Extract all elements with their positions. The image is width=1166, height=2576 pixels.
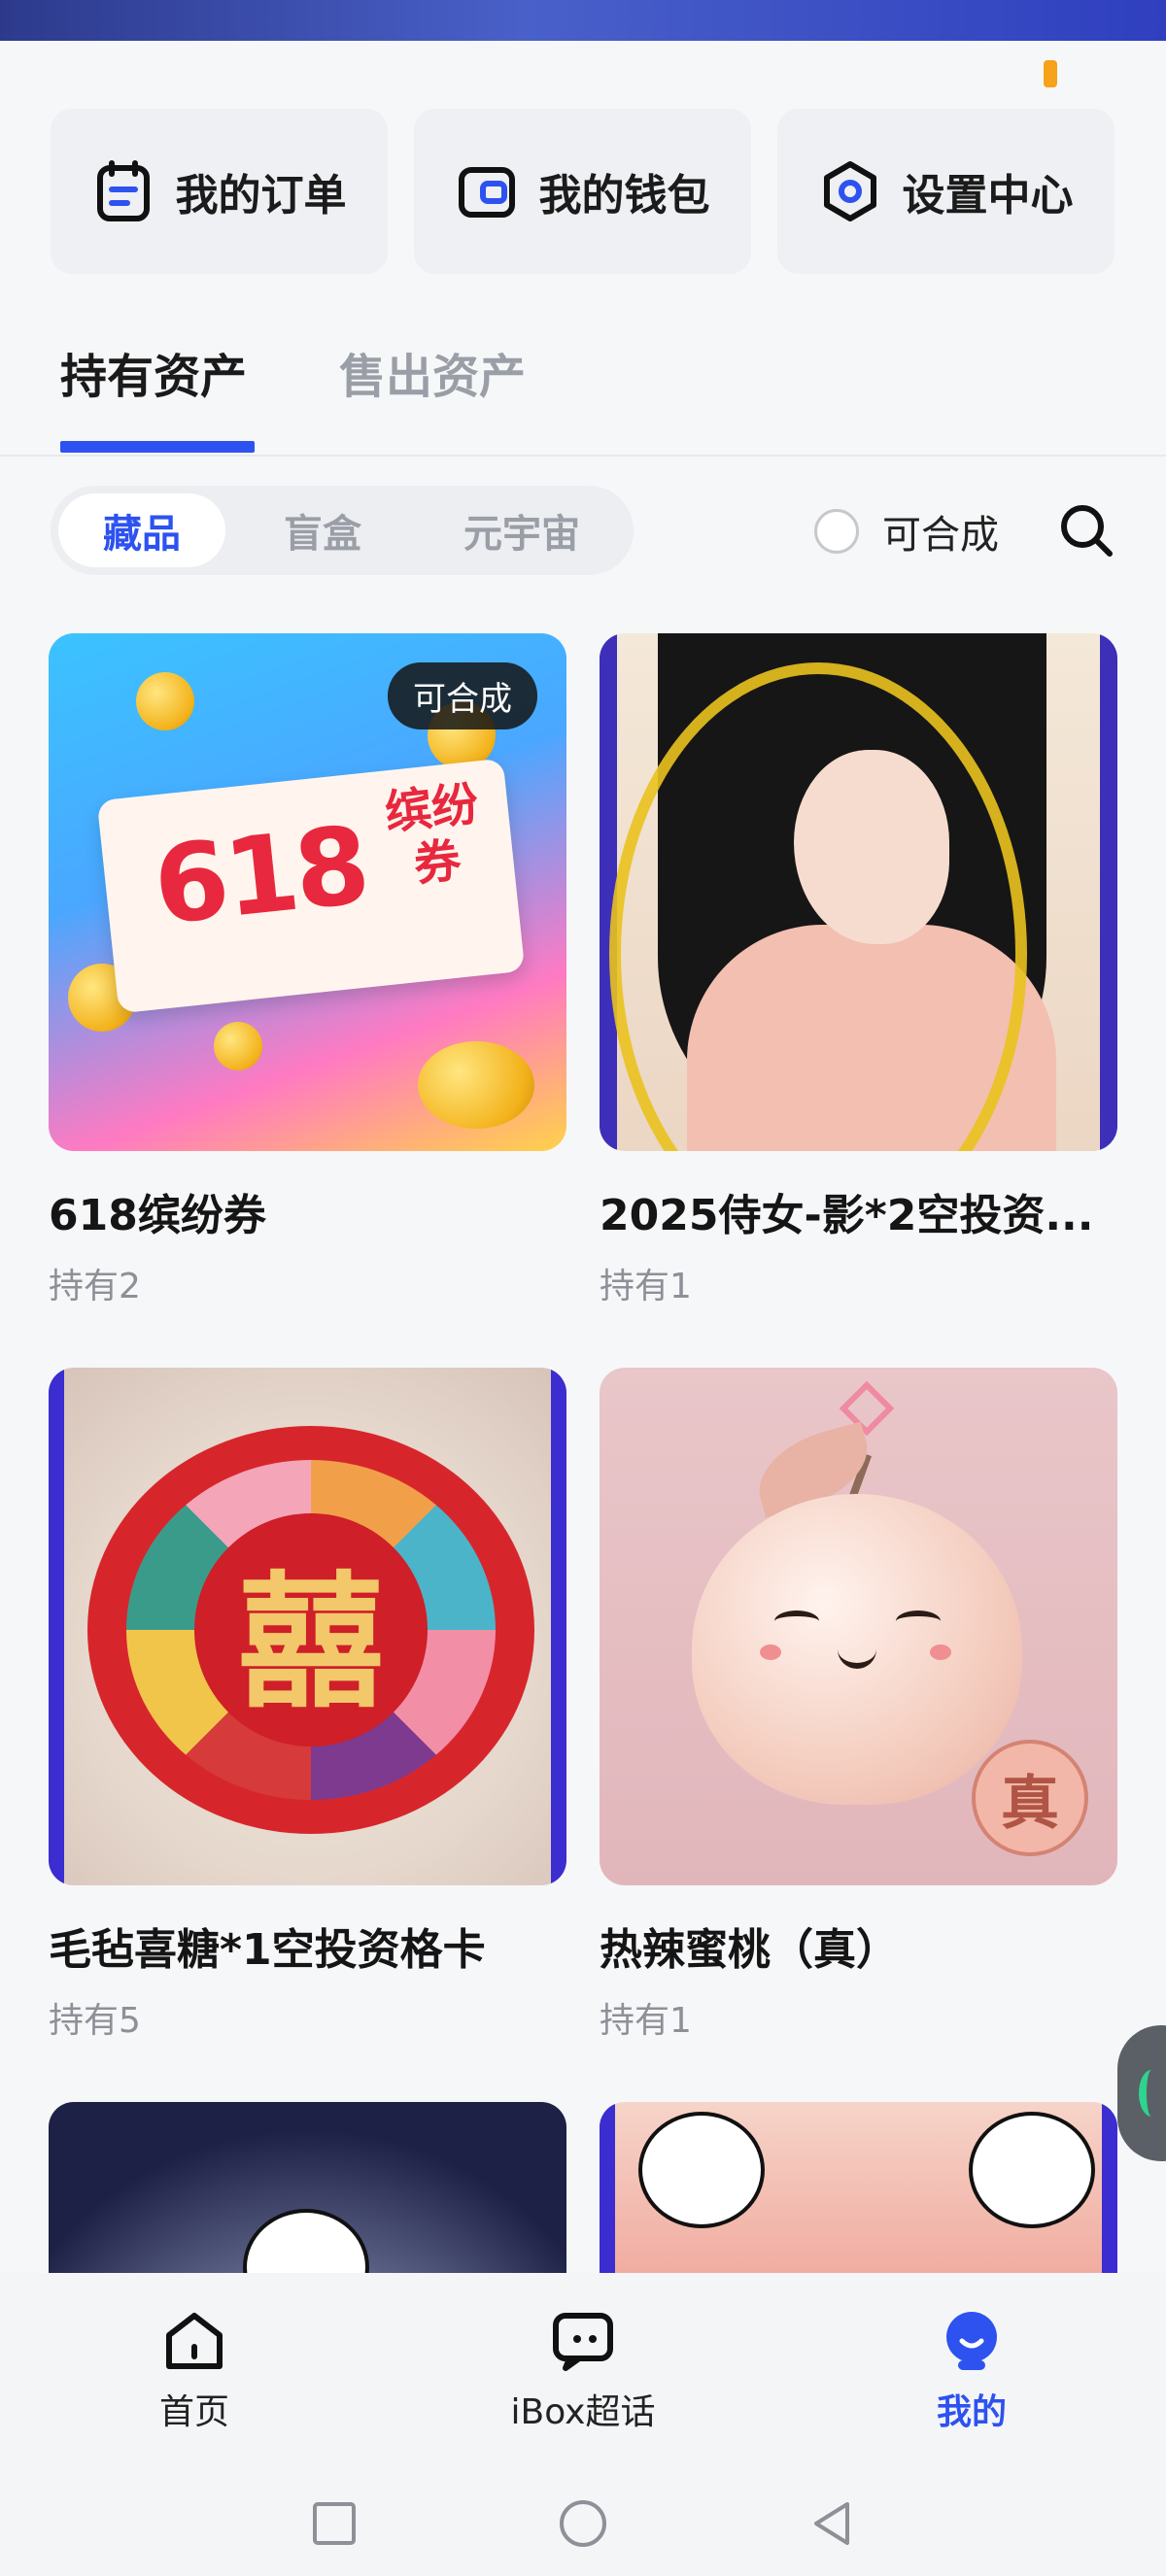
search-icon[interactable] (1057, 501, 1115, 559)
collectible-thumbnail: 囍 (49, 1368, 566, 1885)
system-navigation (0, 2496, 1166, 2551)
coupon-text: 缤纷券 (382, 776, 482, 893)
segment-collectibles[interactable]: 藏品 (58, 493, 225, 567)
collectible-title: 618缤纷券 (49, 1191, 266, 1240)
nav-ibox-topic[interactable]: iBox超话 (437, 2306, 729, 2434)
collectible-hold-count: 持有2 (49, 1267, 141, 1306)
nav-ibox-topic-label: iBox超话 (510, 2392, 656, 2432)
top-banner (0, 0, 1166, 41)
my-wallet-label: 我的钱包 (538, 171, 710, 220)
collectible-card[interactable]: 囍 毛毡喜糖*1空投资格卡 持有5 (49, 1368, 566, 2043)
asset-tabs: 持有资产 售出资产 (60, 338, 526, 455)
my-orders-button[interactable]: 我的订单 (51, 109, 388, 274)
collectible-card[interactable]: 618 缤纷券 可合成 618缤纷券 持有2 (49, 633, 566, 1308)
segment-metaverse[interactable]: 元宇宙 (420, 493, 624, 567)
nav-home-label: 首页 (158, 2392, 229, 2432)
profile-icon (937, 2306, 1007, 2376)
collectible-title: 2025侍女-影*2空投资... (600, 1191, 1094, 1240)
my-orders-label: 我的订单 (175, 171, 347, 220)
coupon-number: 618 (148, 802, 372, 949)
collectible-hold-count: 持有1 (600, 2001, 692, 2041)
page: 我的订单 我的钱包 设置中心 持有资产 售出资产 藏品 盲盒 元宇宙 可合成 6… (0, 0, 1166, 2576)
nav-mine-label: 我的 (936, 2392, 1007, 2432)
collectible-card[interactable]: 真 热辣蜜桃（真） 持有1 (600, 1368, 1117, 2043)
segment-blind-box[interactable]: 盲盒 (225, 493, 420, 567)
synthesizable-radio[interactable] (814, 509, 859, 554)
notification-indicator (1044, 60, 1057, 87)
authentic-seal: 真 (972, 1740, 1088, 1856)
synthesizable-label: 可合成 (882, 513, 999, 558)
wallet-icon (456, 160, 518, 222)
settings-icon (819, 160, 881, 222)
tab-sold-assets-label: 售出资产 (339, 350, 527, 404)
tab-held-assets-label: 持有资产 (60, 350, 248, 404)
divider (0, 455, 1166, 457)
my-wallet-button[interactable]: 我的钱包 (414, 109, 751, 274)
recents-icon[interactable] (307, 2496, 361, 2551)
active-tab-indicator (60, 441, 255, 453)
chat-icon (548, 2306, 618, 2376)
collectible-thumbnail: 618 缤纷券 可合成 (49, 633, 566, 1151)
coupon-ticket: 618 缤纷券 (96, 758, 526, 1014)
order-icon (92, 160, 154, 222)
category-segmented-control: 藏品 盲盒 元宇宙 (51, 486, 634, 575)
synthesizable-badge: 可合成 (388, 662, 537, 729)
collectible-thumbnail (600, 633, 1117, 1151)
home-icon (159, 2306, 229, 2376)
collectible-thumbnail: 真 (600, 1368, 1117, 1885)
collectible-hold-count: 持有5 (49, 2001, 141, 2041)
home-circle-icon[interactable] (556, 2496, 610, 2551)
tab-held-assets[interactable]: 持有资产 (60, 338, 255, 455)
nav-mine[interactable]: 我的 (826, 2306, 1117, 2434)
collectible-hold-count: 持有1 (600, 1267, 692, 1306)
synthesizable-filter[interactable]: 可合成 (814, 503, 999, 559)
quick-actions: 我的订单 我的钱包 设置中心 (51, 109, 1115, 274)
collectible-title: 热辣蜜桃（真） (600, 1925, 899, 1975)
collectible-card[interactable]: 2025侍女-影*2空投资... 持有1 (600, 633, 1117, 1308)
nav-home[interactable]: 首页 (49, 2306, 340, 2434)
tab-sold-assets[interactable]: 售出资产 (339, 338, 526, 455)
collectible-title: 毛毡喜糖*1空投资格卡 (49, 1925, 486, 1975)
back-icon[interactable] (805, 2496, 859, 2551)
floating-assistant-button[interactable] (1117, 2025, 1166, 2161)
bottom-navigation: 首页 iBox超话 我的 (0, 2273, 1166, 2576)
settings-center-label: 设置中心 (902, 171, 1074, 220)
settings-center-button[interactable]: 设置中心 (777, 109, 1115, 274)
